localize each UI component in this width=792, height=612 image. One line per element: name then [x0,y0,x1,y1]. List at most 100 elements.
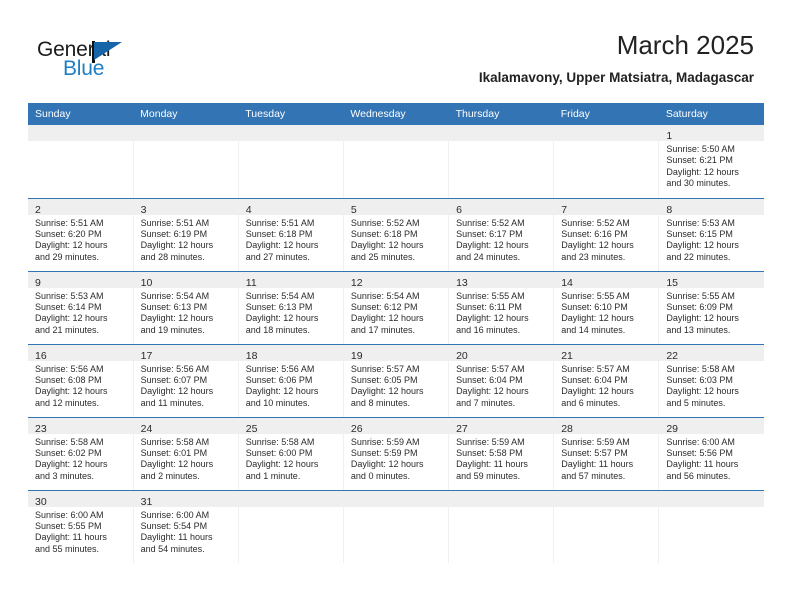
calendar-day-cell[interactable]: 18 Sunrise: 5:56 AM Sunset: 6:06 PM Dayligh… [238,344,344,418]
calendar-day-cell[interactable]: 17 Sunrise: 5:56 AM Sunset: 6:07 PM Dayligh… [133,344,239,418]
calendar-day-cell[interactable]: 29 Sunrise: 6:00 AM Sunset: 5:56 PM Dayligh… [658,417,764,491]
daylight-text-cont: and 6 minutes. [561,397,621,408]
daylight-text: Daylight: 11 hours [456,459,528,470]
calendar-day-cell[interactable]: 23 Sunrise: 5:58 AM Sunset: 6:02 PM Dayligh… [28,417,134,491]
calendar-day-cell[interactable]: 15 Sunrise: 5:55 AM Sunset: 6:09 PM Dayligh… [658,271,764,345]
day-detail-block: Sunrise: 5:55 AM Sunset: 6:09 PM Daylight:… [659,288,764,337]
day-detail-block: Sunrise: 5:51 AM Sunset: 6:19 PM Daylight:… [134,215,238,264]
daylight-text-cont: and 30 minutes. [666,178,731,189]
day-detail-block: Sunrise: 5:53 AM Sunset: 6:15 PM Daylight:… [659,215,764,264]
calendar-day-cell[interactable]: 31 Sunrise: 6:00 AM Sunset: 5:54 PM Dayligh… [133,490,239,563]
sunset-text: Sunset: 6:16 PM [561,228,628,239]
calendar-day-cell[interactable]: 14 Sunrise: 5:55 AM Sunset: 6:10 PM Dayligh… [553,271,660,345]
calendar-day-cell[interactable]: 11 Sunrise: 5:54 AM Sunset: 6:13 PM Dayligh… [238,271,344,345]
day-detail-block: Sunrise: 5:53 AM Sunset: 6:14 PM Daylight:… [28,288,132,337]
calendar-week-row: 23 Sunrise: 5:58 AM Sunset: 6:02 PM Dayligh… [28,417,764,491]
day-detail-block: Sunrise: 5:51 AM Sunset: 6:20 PM Daylight:… [28,215,132,264]
day-number: 22 [666,349,679,362]
sunrise-text: Sunrise: 5:58 AM [245,436,315,447]
calendar-day-cell[interactable]: 8 Sunrise: 5:53 AM Sunset: 6:15 PM Daylight… [658,198,764,272]
day-number: 6 [456,203,462,216]
daylight-text: Daylight: 12 hours [350,459,424,470]
page-title: March 2025 [616,30,754,60]
calendar-day-cell[interactable]: 6 Sunrise: 5:52 AM Sunset: 6:17 PM Daylight… [448,198,555,272]
calendar-day-cell[interactable]: 5 Sunrise: 5:52 AM Sunset: 6:18 PM Daylight… [343,198,450,272]
page-subtitle: Ikalamavony, Upper Matsiatra, Madagascar [478,70,754,85]
weekday-header-thursday: Thursday [448,103,554,125]
daylight-text-cont: and 19 minutes. [140,324,205,335]
day-number: 11 [245,276,257,289]
day-number-band: 15 [659,271,764,289]
day-number-band: 26 [343,417,448,435]
calendar-day-cell[interactable]: 2 Sunrise: 5:51 AM Sunset: 6:20 PM Daylight… [28,198,134,272]
logo-text-blue: Blue [63,57,105,80]
general-blue-logo[interactable]: General Blue [37,38,167,88]
day-number-band: 31 [133,490,238,508]
calendar-day-cell[interactable]: 28 Sunrise: 5:59 AM Sunset: 5:57 PM Dayligh… [553,417,660,491]
daylight-text: Daylight: 12 hours [666,166,739,177]
daylight-text: Daylight: 12 hours [350,313,424,324]
calendar-day-cell[interactable]: 10 Sunrise: 5:54 AM Sunset: 6:13 PM Dayligh… [133,271,239,345]
day-detail-block [449,141,553,145]
calendar-day-cell[interactable]: 19 Sunrise: 5:57 AM Sunset: 6:05 PM Dayligh… [343,344,450,418]
sunset-text: Sunset: 6:14 PM [35,301,102,312]
daylight-text: Daylight: 12 hours [350,386,424,397]
calendar-day-cell[interactable]: 3 Sunrise: 5:51 AM Sunset: 6:19 PM Daylight… [133,198,239,272]
day-number: 18 [245,349,258,362]
calendar-page: General Blue March 2025 Ikalamavony, Upp… [0,0,792,612]
day-detail-block: Sunrise: 5:59 AM Sunset: 5:57 PM Daylight:… [554,434,658,483]
sunset-text: Sunset: 6:18 PM [245,228,313,239]
calendar-day-cell-empty [343,125,450,199]
day-detail-block: Sunrise: 6:00 AM Sunset: 5:55 PM Daylight:… [28,507,132,556]
calendar-day-cell-empty [238,490,344,563]
calendar-day-cell[interactable]: 22 Sunrise: 5:58 AM Sunset: 6:03 PM Dayligh… [658,344,764,418]
day-number: 17 [140,349,153,362]
daylight-text: Daylight: 12 hours [140,240,214,251]
daylight-text: Daylight: 12 hours [35,313,108,324]
daylight-text-cont: and 2 minutes. [140,470,200,481]
calendar-day-cell[interactable]: 9 Sunrise: 5:53 AM Sunset: 6:14 PM Daylight… [28,271,134,345]
calendar-day-cell[interactable]: 1 Sunrise: 5:50 AM Sunset: 6:21 PM Daylight… [658,125,764,199]
day-number-band [554,125,658,141]
sunset-text: Sunset: 6:07 PM [140,374,208,385]
calendar-day-cell[interactable]: 27 Sunrise: 5:59 AM Sunset: 5:58 PM Dayligh… [448,417,555,491]
sunrise-text: Sunrise: 5:56 AM [245,363,315,374]
sunrise-text: Sunrise: 5:56 AM [140,363,210,374]
daylight-text-cont: and 59 minutes. [456,470,521,481]
calendar-day-cell[interactable]: 25 Sunrise: 5:58 AM Sunset: 6:00 PM Dayligh… [238,417,344,491]
sunset-text: Sunset: 5:54 PM [140,520,208,531]
daylight-text: Daylight: 12 hours [350,240,424,251]
day-number-band: 6 [449,198,553,216]
calendar-day-cell[interactable]: 12 Sunrise: 5:54 AM Sunset: 6:12 PM Dayligh… [343,271,450,345]
calendar-day-cell[interactable]: 24 Sunrise: 5:58 AM Sunset: 6:01 PM Dayligh… [133,417,239,491]
sunset-text: Sunset: 6:13 PM [140,301,208,312]
day-number-band: 7 [554,198,658,216]
calendar-day-cell[interactable]: 16 Sunrise: 5:56 AM Sunset: 6:08 PM Dayligh… [28,344,134,418]
weekday-header-wednesday: Wednesday [343,103,449,125]
daylight-text: Daylight: 11 hours [561,459,634,470]
sunset-text: Sunset: 6:00 PM [245,447,313,458]
day-number: 3 [140,203,147,216]
day-number-band: 23 [28,417,133,435]
calendar-day-cell-empty [658,490,764,563]
calendar-day-cell[interactable]: 30 Sunrise: 6:00 AM Sunset: 5:55 PM Dayligh… [28,490,134,563]
daylight-text-cont: and 0 minutes. [350,470,410,481]
calendar-day-cell[interactable]: 26 Sunrise: 5:59 AM Sunset: 5:59 PM Dayligh… [343,417,450,491]
page-header: General Blue March 2025 Ikalamavony, Upp… [0,0,792,103]
day-number: 24 [140,422,153,435]
day-number-band: 19 [343,344,448,362]
calendar-day-cell[interactable]: 13 Sunrise: 5:55 AM Sunset: 6:11 PM Dayligh… [448,271,555,345]
day-detail-block [554,507,658,511]
daylight-text-cont: and 18 minutes. [245,324,310,335]
day-detail-block: Sunrise: 5:51 AM Sunset: 6:18 PM Daylight:… [239,215,343,264]
daylight-text: Daylight: 12 hours [666,313,739,324]
daylight-text: Daylight: 12 hours [666,386,739,397]
sunset-text: Sunset: 6:08 PM [35,374,102,385]
calendar-day-cell[interactable]: 20 Sunrise: 5:57 AM Sunset: 6:04 PM Dayligh… [448,344,555,418]
calendar-day-cell[interactable]: 21 Sunrise: 5:57 AM Sunset: 6:04 PM Dayligh… [553,344,660,418]
calendar-day-cell-empty [448,490,555,563]
calendar-day-cell[interactable]: 4 Sunrise: 5:51 AM Sunset: 6:18 PM Daylight… [238,198,344,272]
weekday-header-sunday: Sunday [28,103,134,125]
calendar-day-cell[interactable]: 7 Sunrise: 5:52 AM Sunset: 6:16 PM Daylight… [553,198,660,272]
day-detail-block: Sunrise: 5:59 AM Sunset: 5:58 PM Daylight:… [449,434,553,483]
